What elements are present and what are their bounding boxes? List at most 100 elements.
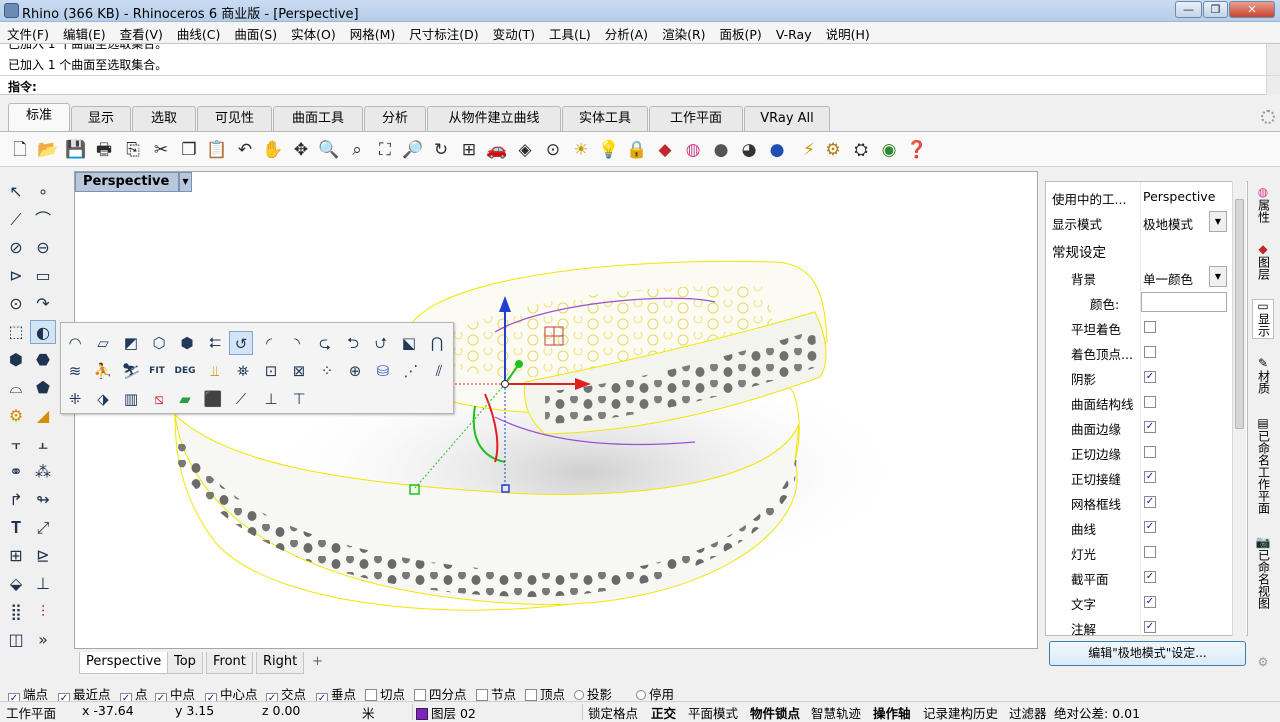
cut-icon[interactable]: ✂ (150, 139, 172, 161)
surface-edge-icon[interactable]: ◩ (119, 331, 143, 355)
block-icon[interactable]: ⬙ (3, 572, 29, 596)
boolean-icon[interactable]: ⚭ (3, 460, 29, 484)
surface-ruler-icon[interactable]: ⊥ (259, 387, 283, 411)
open-icon[interactable]: 📂 (37, 139, 59, 161)
menu-view[interactable]: 查看(V) (113, 22, 170, 43)
tab-cplanes[interactable]: 工作平面 (649, 106, 743, 132)
close-button[interactable]: ✕ (1229, 1, 1275, 18)
menu-solid[interactable]: 实体(O) (284, 22, 343, 43)
tab-curve-from-object[interactable]: 从物件建立曲线 (427, 106, 561, 132)
surface-figure2-icon[interactable]: ⛷ (119, 359, 143, 383)
command-prompt-scrollbar[interactable] (1266, 76, 1280, 95)
transform-icon[interactable]: ◢ (30, 404, 56, 428)
shadows-checkbox[interactable]: ✓ (1144, 371, 1156, 383)
status-layer[interactable]: 图层 02 (416, 703, 476, 722)
side-tab-named-views[interactable]: 📷 已命名视图 (1252, 536, 1274, 616)
options-icon[interactable]: ⛭ (850, 139, 872, 161)
import-icon[interactable]: ⎘ (122, 139, 144, 161)
zoom-window-icon[interactable]: 🔍 (318, 139, 340, 161)
trim-icon[interactable]: ⫟ (3, 432, 29, 456)
gear-render-icon[interactable]: ⚙ (822, 139, 844, 161)
shade-vertex-checkbox[interactable] (1144, 346, 1156, 358)
point-icon[interactable]: ∘ (30, 180, 56, 204)
side-tabs-gear-icon[interactable]: ⚙ (1252, 656, 1274, 670)
surface-sweep2-icon[interactable]: ⮌ (341, 331, 365, 355)
scale-icon[interactable]: ⤢ (30, 516, 56, 540)
group-icon[interactable]: ⁂ (30, 460, 56, 484)
osnap-checkbox[interactable] (476, 689, 488, 701)
menu-help[interactable]: 说明(H) (819, 22, 877, 43)
analyze-icon[interactable]: ⫶ (30, 600, 56, 624)
car-icon[interactable]: 🚗 (486, 139, 508, 161)
surface-box-icon[interactable]: ⬕ (397, 331, 421, 355)
array-icon[interactable]: ⊞ (3, 544, 29, 568)
status-smart-track[interactable]: 智慧轨迹 (811, 703, 861, 722)
pan-icon[interactable]: ✋ (262, 139, 284, 161)
mesh-gear-icon[interactable]: ⚙ (3, 404, 29, 428)
menu-analyze[interactable]: 分析(A) (598, 22, 655, 43)
select-icon[interactable]: ↖ (3, 180, 29, 204)
polyline-icon[interactable]: ⟋ (3, 208, 29, 232)
surface-bars-icon[interactable]: ▥ (119, 387, 143, 411)
cylinder-icon[interactable]: ⌓ (3, 376, 29, 400)
side-tab-named-cplanes[interactable]: ▤ 已命名工作平面 (1252, 417, 1274, 517)
surface-revolve-icon[interactable]: ◜ (257, 331, 281, 355)
viewport-tab-right[interactable]: Right (256, 652, 305, 674)
surface-patch-icon[interactable]: ⬢ (175, 331, 199, 355)
viewport-menu-chevron-down-icon[interactable]: ▼ (179, 172, 192, 192)
display-mode-dropdown[interactable]: 极地模式 ▼ (1141, 211, 1227, 232)
layout-icon[interactable]: ◫ (3, 628, 29, 652)
osnap-checkbox[interactable] (525, 689, 537, 701)
menu-tools[interactable]: 工具(L) (542, 22, 598, 43)
clipping-planes-checkbox[interactable]: ✓ (1144, 571, 1156, 583)
fillet-icon[interactable]: ↱ (3, 488, 29, 512)
tab-visibility[interactable]: 可见性 (197, 106, 272, 132)
osnap-radio[interactable] (574, 690, 584, 700)
viewport-title[interactable]: Perspective ▼ (75, 172, 192, 192)
mesh-wires-checkbox[interactable]: ✓ (1144, 496, 1156, 508)
ellipse-icon[interactable]: ⊖ (30, 236, 56, 260)
viewport-tab-top[interactable]: Top (167, 652, 203, 674)
surface-network-icon[interactable]: ⬡ (147, 331, 171, 355)
lights-checkbox[interactable] (1144, 546, 1156, 558)
menu-mesh[interactable]: 网格(M) (343, 22, 403, 43)
tabs-settings-gear-icon[interactable] (1261, 110, 1275, 124)
surface-cylinder-icon[interactable]: ⛁ (371, 359, 395, 383)
status-ortho[interactable]: 正交 (651, 703, 676, 722)
menu-render[interactable]: 渲染(R) (655, 22, 712, 43)
undo-icon[interactable]: ↶ (234, 139, 256, 161)
zoom-selected-icon[interactable]: 🔎 (402, 139, 424, 161)
render-icon[interactable]: ⚡ (798, 139, 820, 161)
color-wheel-icon[interactable]: ◍ (682, 139, 704, 161)
command-history[interactable]: 已加入 1 个曲面至选取集合。 已加入 1 个曲面至选取集合。 (0, 43, 1280, 76)
tab-standard[interactable]: 标准 (8, 103, 70, 132)
surface-extrude-icon[interactable]: ⮄ (203, 331, 227, 355)
status-cplane[interactable]: 工作平面 (6, 703, 56, 722)
panel-scrollbar[interactable] (1232, 181, 1246, 636)
menu-curve[interactable]: 曲线(C) (170, 22, 227, 43)
four-views-icon[interactable]: ⊞ (458, 139, 480, 161)
light-icon[interactable]: ☀ (570, 139, 592, 161)
surface-unroll-icon[interactable]: ⬗ (91, 387, 115, 411)
tab-vray-all[interactable]: VRay All (744, 106, 830, 132)
surface-sweep1-icon[interactable]: ⮎ (313, 331, 337, 355)
side-tab-materials[interactable]: ✎ 材质 (1252, 357, 1274, 407)
surface-flow-icon[interactable]: ⧅ (147, 387, 171, 411)
annotations-checkbox[interactable]: ✓ (1144, 621, 1156, 633)
text-icon[interactable]: 𝐓 (3, 516, 29, 540)
chevron-down-icon[interactable]: ▼ (1209, 211, 1227, 232)
osnap-radio[interactable] (636, 690, 646, 700)
sphere-gray-icon[interactable]: ● (710, 139, 732, 161)
dimension-icon[interactable]: ⊥ (30, 572, 56, 596)
tab-display[interactable]: 显示 (71, 106, 131, 132)
sphere-tools-icon[interactable]: ⬣ (30, 348, 56, 372)
flat-shading-checkbox[interactable] (1144, 321, 1156, 333)
blend-icon[interactable]: ↬ (30, 488, 56, 512)
isocurves-checkbox[interactable] (1144, 396, 1156, 408)
menu-file[interactable]: 文件(F) (0, 22, 56, 43)
status-history[interactable]: 记录建构历史 (923, 703, 998, 722)
status-planar[interactable]: 平面模式 (688, 703, 738, 722)
sphere-blue-icon[interactable]: ● (766, 139, 788, 161)
zoom-dynamic-icon[interactable]: ⌕ (346, 139, 368, 161)
minimize-button[interactable]: — (1175, 1, 1202, 18)
